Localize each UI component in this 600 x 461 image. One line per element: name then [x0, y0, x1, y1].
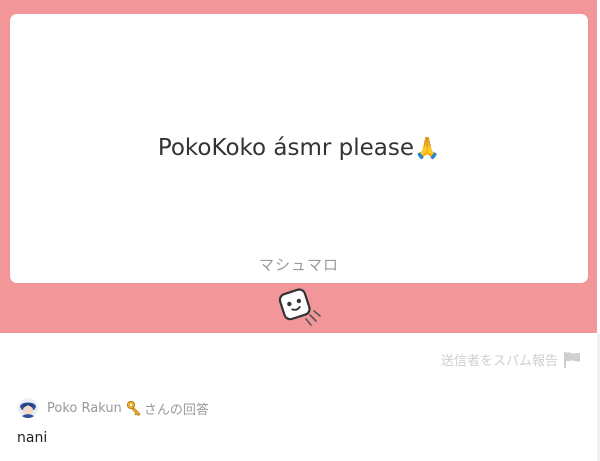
marshmallow-mascot-icon — [278, 288, 321, 326]
flag-icon — [564, 351, 580, 368]
pray-emoji: 🙏 — [414, 136, 441, 160]
answer-header: Poko Rakun さんの回答 — [18, 398, 209, 418]
question-label: PokoKoko ásmr please — [157, 135, 415, 161]
question-text: PokoKoko ásmr please🙏 — [10, 135, 588, 161]
report-spam-label: 送信者をスパム報告 — [440, 354, 558, 369]
avatar[interactable] — [18, 398, 38, 418]
answer-text: nani — [17, 430, 48, 446]
answer-author[interactable]: Poko Rakun — [47, 401, 122, 416]
report-spam-link[interactable]: 送信者をスパム報告 — [441, 350, 582, 369]
question-banner: PokoKoko ásmr please🙏 マシュマロ — [0, 0, 597, 333]
key-icon — [126, 400, 141, 416]
brand-label: マシュマロ — [258, 256, 339, 274]
answer-suffix: さんの回答 — [143, 402, 209, 418]
question-card: PokoKoko ásmr please🙏 マシュマロ — [10, 14, 588, 283]
